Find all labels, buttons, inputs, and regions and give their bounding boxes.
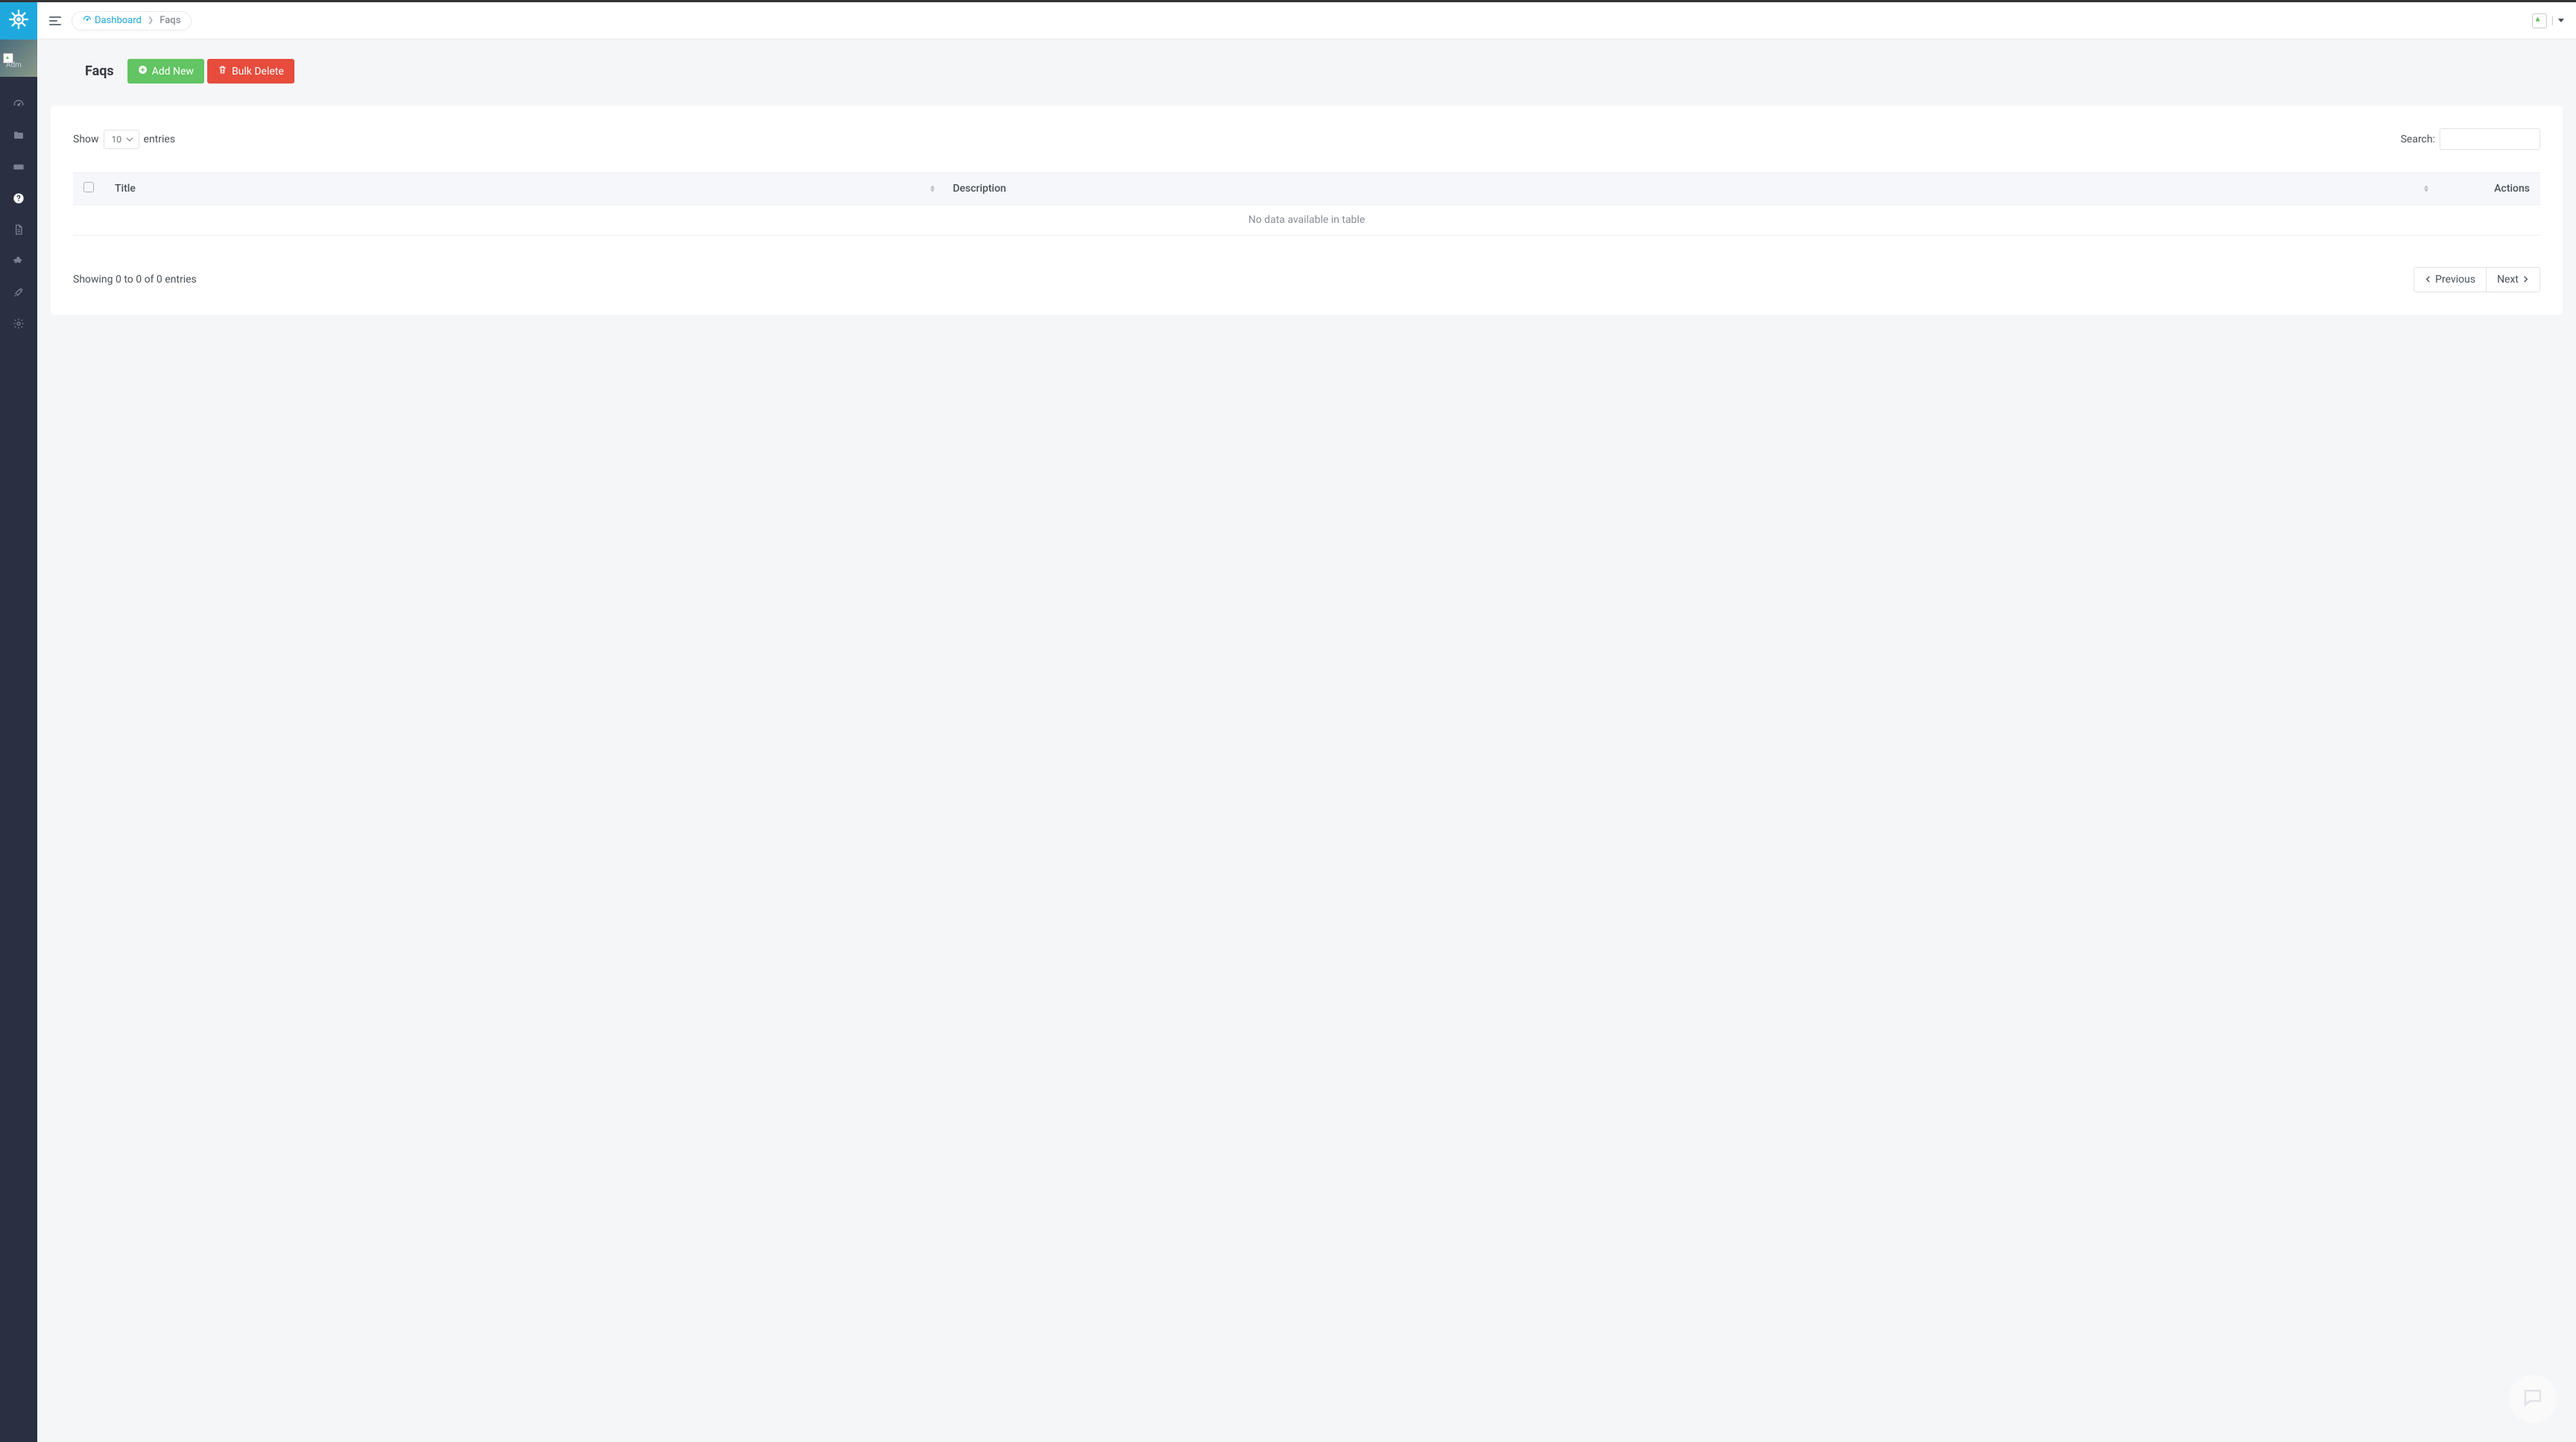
add-new-button[interactable]: Add New <box>127 59 204 84</box>
search-label: Search: <box>2401 133 2435 145</box>
previous-button[interactable]: Previous <box>2414 267 2487 292</box>
buy-badge-icon <box>13 161 25 176</box>
sidebar-item-plugins[interactable] <box>0 247 37 278</box>
sort-icon <box>930 186 935 192</box>
sidebar-item-faqs[interactable] <box>0 184 37 215</box>
column-description-label: Description <box>953 183 1006 195</box>
tools-icon <box>13 286 25 301</box>
gauge-icon <box>83 15 92 27</box>
breadcrumb-dashboard-link[interactable]: Dashboard <box>83 15 142 27</box>
trash-icon <box>218 65 227 78</box>
gear-icon <box>13 318 25 333</box>
bulk-delete-button[interactable]: Bulk Delete <box>207 59 294 84</box>
page-title: Faqs <box>85 63 114 79</box>
column-description[interactable]: Description <box>942 173 2436 205</box>
page-header: Faqs Add New Bulk Delete <box>85 59 2563 84</box>
avatar-label: Adm <box>6 61 22 69</box>
chat-bubble-icon <box>2522 1386 2544 1411</box>
question-circle-icon <box>13 192 25 207</box>
data-table: Title Description Actions <box>73 172 2540 236</box>
sidebar-nav <box>0 77 37 341</box>
empty-row: No data available in table <box>73 205 2540 236</box>
sidebar-item-tools[interactable] <box>0 278 37 309</box>
search-input[interactable] <box>2440 128 2540 150</box>
data-card: Show 10 entries Search: <box>51 106 2563 315</box>
broken-image-icon <box>2532 13 2547 28</box>
sidebar: Adm <box>0 2 37 1442</box>
sort-icon <box>2424 186 2428 192</box>
sidebar-item-purchase[interactable] <box>0 153 37 184</box>
chevron-right-icon <box>2522 274 2529 286</box>
sidebar-avatar[interactable]: Adm <box>0 40 37 77</box>
chat-fab-button[interactable] <box>2509 1375 2557 1423</box>
previous-label: Previous <box>2435 274 2475 286</box>
next-label: Next <box>2497 274 2519 286</box>
show-label: Show <box>73 133 99 145</box>
sidebar-item-dashboard[interactable] <box>0 90 37 122</box>
puzzle-icon <box>13 255 25 270</box>
column-actions-label: Actions <box>2494 183 2530 195</box>
entries-label: entries <box>144 133 176 145</box>
ship-wheel-icon <box>8 9 29 33</box>
sidebar-item-files[interactable] <box>0 122 37 153</box>
length-select[interactable]: 10 <box>104 130 139 149</box>
topbar: Dashboard ❯ Faqs | <box>37 2 2576 40</box>
column-title[interactable]: Title <box>104 173 942 205</box>
menu-toggle-button[interactable] <box>49 16 61 25</box>
search-control: Search: <box>2401 128 2540 150</box>
caret-down-icon <box>2558 19 2564 22</box>
column-title-label: Title <box>115 183 136 195</box>
chevron-right-icon: ❯ <box>148 16 154 25</box>
pager: Previous Next <box>2414 267 2540 292</box>
length-control: Show 10 entries <box>73 130 175 149</box>
sidebar-item-settings[interactable] <box>0 309 37 341</box>
brand-logo[interactable] <box>0 2 37 40</box>
folder-icon <box>13 130 25 145</box>
breadcrumb: Dashboard ❯ Faqs <box>72 11 192 31</box>
breadcrumb-dashboard-label: Dashboard <box>95 15 142 26</box>
gauge-icon <box>13 98 25 113</box>
table-info: Showing 0 to 0 of 0 entries <box>73 274 197 286</box>
breadcrumb-current: Faqs <box>160 15 180 26</box>
user-menu-toggle[interactable]: | <box>2532 13 2564 28</box>
chevron-left-icon <box>2425 274 2431 286</box>
next-button[interactable]: Next <box>2486 267 2540 292</box>
divider: | <box>2551 15 2554 27</box>
sidebar-item-pages[interactable] <box>0 215 37 247</box>
select-all-checkbox[interactable] <box>83 182 94 192</box>
add-new-label: Add New <box>152 66 194 78</box>
plus-circle-icon <box>138 65 148 78</box>
document-icon <box>13 224 25 239</box>
bulk-delete-label: Bulk Delete <box>232 66 284 78</box>
column-actions: Actions <box>2436 173 2540 205</box>
